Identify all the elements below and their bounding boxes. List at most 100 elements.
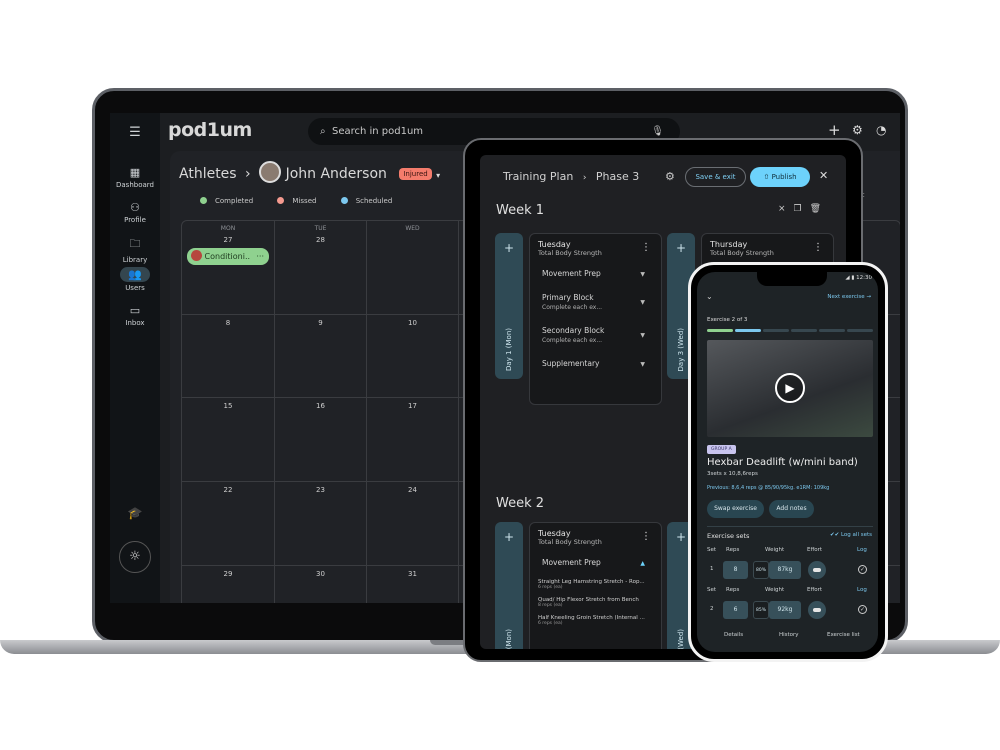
save-exit-button[interactable]: Save & exit [685, 167, 746, 187]
set-number: 1 [710, 566, 714, 572]
status-badge: Injured [399, 168, 432, 180]
breadcrumb-athletes[interactable]: Athletes [179, 166, 237, 182]
date-number: 8 [225, 319, 231, 327]
exercise-video[interactable]: ▶ [707, 340, 873, 437]
calendar-cell[interactable]: 23 [275, 482, 367, 566]
calendar-cell[interactable]: 30 [275, 566, 367, 603]
calendar-cell[interactable]: 16 [275, 398, 367, 482]
calendar-cell[interactable]: 31 [367, 566, 459, 603]
add-icon[interactable]: + [828, 121, 841, 139]
block-secondary[interactable]: Secondary Block Complete each ex... ▼ [538, 326, 653, 344]
phone-notch [757, 272, 827, 286]
delete-icon[interactable]: 🗑 [810, 204, 829, 214]
more-vert-icon[interactable]: ⋮ [813, 242, 823, 253]
block-movement-prep[interactable]: Movement Prep ▲ [538, 558, 653, 567]
date-number: 29 [223, 570, 233, 578]
settings-gear-icon[interactable]: ⚙ [665, 170, 675, 183]
menu-icon[interactable]: ☰ [110, 125, 160, 140]
intensity-percent[interactable]: 80% [753, 561, 769, 579]
log-set-checkbox[interactable]: ✓ [858, 605, 867, 614]
progress-segment [763, 329, 789, 332]
exercise-item[interactable]: Straight Leg Hamstring Stretch - Rop... 6… [538, 579, 653, 590]
more-vert-icon[interactable]: ⋮ [641, 531, 651, 542]
add-icon[interactable]: + [667, 241, 695, 255]
calendar-event[interactable]: Conditioni.. ··· [187, 248, 269, 265]
calendar-cell[interactable]: 9 [275, 315, 367, 398]
sidebar-item-library[interactable]: 🗀 Library [110, 235, 160, 264]
effort-slider-button[interactable] [808, 601, 826, 619]
calendar-cell[interactable]: 10 [367, 315, 459, 398]
calendar-cell[interactable]: 22 [182, 482, 275, 566]
day-rail[interactable]: +Day 1 (Mon) [495, 233, 523, 379]
log-set-checkbox[interactable]: ✓ [858, 565, 867, 574]
sidebar-item-dashboard[interactable]: ▦ Dashboard [110, 166, 160, 189]
swap-exercise-button[interactable]: Swap exercise [707, 500, 764, 518]
set-header: Effort [807, 587, 823, 593]
week-1-title: Week 1 [496, 203, 545, 218]
weight-input[interactable]: 87kg [769, 561, 801, 579]
play-icon[interactable]: ▶ [775, 373, 805, 403]
sidebar-item-users[interactable]: 👥 Users [110, 267, 160, 292]
tab-history[interactable]: History [779, 632, 799, 638]
log-all-sets-button[interactable]: ✔✔ Log all sets [830, 532, 872, 538]
chevron-down-icon[interactable]: ⌄ [706, 292, 713, 301]
add-icon[interactable]: + [495, 530, 523, 544]
publish-button[interactable]: ⇧ Publish [750, 167, 810, 187]
block-movement-prep[interactable]: Movement Prep ▼ [538, 269, 653, 278]
breadcrumb-phase: Phase 3 [595, 170, 640, 183]
gauge-icon[interactable]: ◔ [876, 123, 886, 137]
sidebar-item-inbox[interactable]: ▭ Inbox [110, 304, 160, 327]
weight-input[interactable]: 92kg [769, 601, 801, 619]
progress-segment [847, 329, 873, 332]
calendar-cell[interactable]: 8 [182, 315, 275, 398]
date-number: 15 [223, 402, 233, 410]
day-rail[interactable]: +Day 1 (Mon) [495, 522, 523, 649]
close-icon[interactable]: ✕ [819, 169, 828, 182]
reps-input[interactable]: 8 [723, 561, 748, 579]
sidebar-item-profile[interactable]: ⚇ Profile [110, 201, 160, 224]
reps-input[interactable]: 6 [723, 601, 748, 619]
block-primary[interactable]: Primary Block Complete each ex... ▼ [538, 293, 653, 311]
caret-down-icon: ▼ [640, 361, 645, 368]
athlete-name: John Anderson [285, 166, 387, 182]
tab-exercise-list[interactable]: Exercise list [827, 632, 860, 638]
exercise-item[interactable]: Half Kneeling Groin Stretch (Internal ..… [538, 615, 653, 626]
logo: pod1um [168, 119, 252, 141]
add-notes-button[interactable]: Add notes [769, 500, 814, 518]
intensity-percent[interactable]: 85% [753, 601, 769, 619]
date-number: 17 [408, 402, 417, 410]
caret-down-icon: ▼ [640, 332, 645, 339]
progress-segment [791, 329, 817, 332]
set-header: Reps [726, 587, 740, 593]
set-number: 2 [710, 606, 714, 612]
block-supplementary[interactable]: Supplementary ▼ [538, 359, 653, 368]
calendar-cell[interactable]: WED [367, 221, 459, 315]
tab-details[interactable]: Details [724, 632, 743, 638]
calendar-cell[interactable]: 15 [182, 398, 275, 482]
calendar-cell[interactable]: 24 [367, 482, 459, 566]
date-number: 9 [318, 319, 323, 327]
workout-card[interactable]: Tuesday Total Body Strength ⋮ Movement Pr… [529, 522, 662, 649]
copy-icon[interactable]: ❐ [794, 204, 810, 214]
gear-icon[interactable]: ⚙ [852, 123, 863, 137]
set-header: Set [707, 587, 717, 593]
calendar-cell[interactable]: MON 27 Conditioni.. ··· [182, 221, 275, 315]
next-exercise-link[interactable]: Next exercise → [827, 294, 871, 300]
legend: Completed Missed Scheduled [200, 197, 392, 205]
collapse-icon[interactable]: ⨯ [778, 204, 794, 214]
exercise-title: Hexbar Deadlift (w/mini band) [707, 457, 858, 468]
add-icon[interactable]: + [495, 241, 523, 255]
theme-toggle-sun-icon[interactable]: ☼ [119, 541, 151, 573]
calendar-cell[interactable]: TUE 28 [275, 221, 367, 315]
exercise-item[interactable]: Quad/ Hip Flexor Stretch from Bench 8 rep… [538, 597, 653, 608]
workout-card[interactable]: Tuesday Total Body Strength ⋮ Movement Pr… [529, 233, 662, 405]
legend-scheduled: Scheduled [340, 197, 392, 205]
more-vert-icon[interactable]: ⋮ [641, 242, 651, 253]
education-icon[interactable]: 🎓 [110, 506, 160, 520]
calendar-cell[interactable]: 17 [367, 398, 459, 482]
calendar-cell[interactable]: 29 [182, 566, 275, 603]
chevron-down-icon[interactable]: ▾ [436, 171, 440, 180]
effort-slider-button[interactable] [808, 561, 826, 579]
date-number: 31 [408, 570, 417, 578]
breadcrumb-training-plan[interactable]: Training Plan [503, 170, 573, 183]
